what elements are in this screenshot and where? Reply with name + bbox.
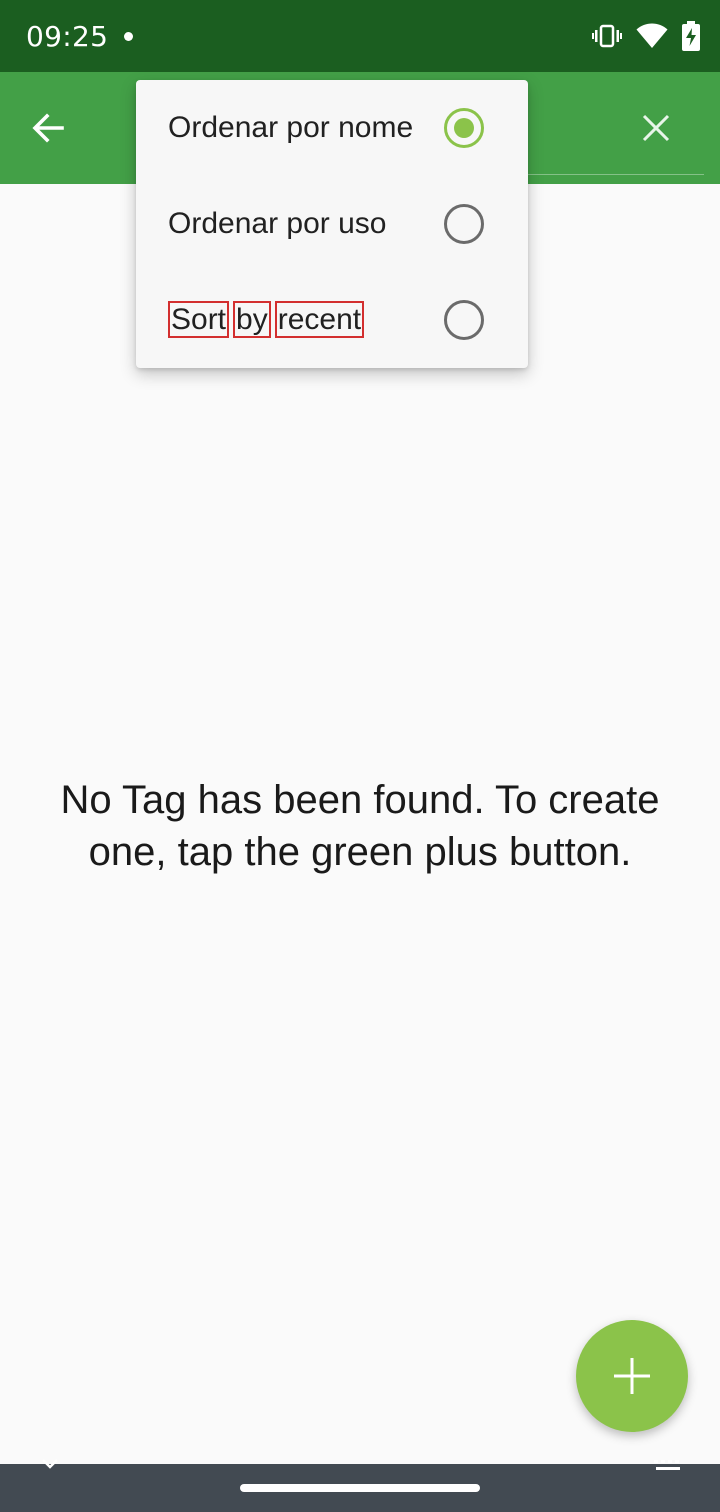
menu-item-label: Sort by recent xyxy=(168,301,368,338)
tag-list-area: No Tag has been found. To create one, ta… xyxy=(0,184,720,1464)
menu-item-sort-by-name[interactable]: Ordenar por nome xyxy=(136,80,528,176)
close-icon xyxy=(642,114,670,142)
close-button[interactable] xyxy=(632,104,680,152)
status-icons xyxy=(592,20,700,52)
sort-menu: Ordenar por nome Ordenar por uso Sort by r… xyxy=(136,80,528,368)
word-box: recent xyxy=(274,301,365,338)
menu-item-sort-by-recent[interactable]: Sort by recent xyxy=(136,272,528,368)
radio-unselected-icon[interactable] xyxy=(444,204,484,244)
radio-unselected-icon[interactable] xyxy=(444,300,484,340)
menu-item-label: Ordenar por nome xyxy=(168,111,414,144)
battery-charging-icon xyxy=(682,21,700,51)
radio-selected-icon[interactable] xyxy=(444,108,484,148)
status-bar: 09:25 xyxy=(0,0,720,72)
menu-item-sort-by-usage[interactable]: Ordenar por uso xyxy=(136,176,528,272)
wifi-icon xyxy=(636,23,668,49)
plus-icon xyxy=(614,1358,650,1394)
word-box: by xyxy=(233,301,271,338)
back-button[interactable] xyxy=(24,104,72,152)
vibrate-icon xyxy=(592,24,622,48)
chevron-down-icon[interactable] xyxy=(40,1456,60,1477)
word-box: Sort xyxy=(168,301,230,338)
search-field-underline xyxy=(528,174,704,175)
empty-state-message: No Tag has been found. To create one, ta… xyxy=(60,778,660,874)
arrow-left-icon xyxy=(32,113,64,143)
notification-dot-icon xyxy=(124,32,133,41)
home-handle[interactable] xyxy=(240,1484,480,1492)
keyboard-icon[interactable] xyxy=(652,1458,686,1481)
add-tag-button[interactable] xyxy=(576,1320,688,1432)
navigation-bar xyxy=(0,1459,720,1512)
status-time: 09:25 xyxy=(26,20,109,53)
menu-item-label: Ordenar por uso xyxy=(168,207,387,240)
